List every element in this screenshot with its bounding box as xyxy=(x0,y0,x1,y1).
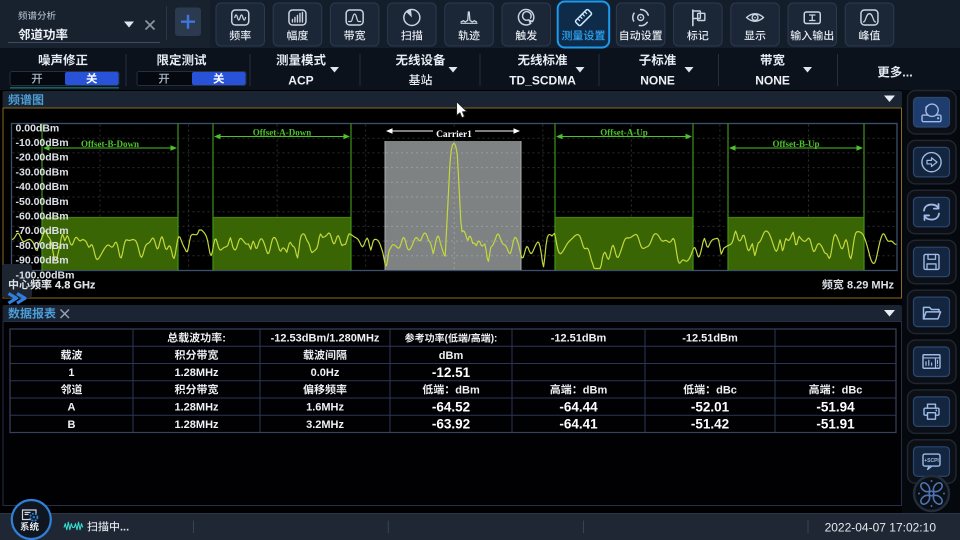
svg-text:-51.42: -51.42 xyxy=(691,417,729,432)
svg-text:1.28MHz: 1.28MHz xyxy=(175,367,220,379)
svg-text:-60.00dBm: -60.00dBm xyxy=(16,211,69,223)
svg-text:/: / xyxy=(468,334,471,345)
svg-text:-12.51dBm: -12.51dBm xyxy=(551,333,607,345)
svg-text:dBc: dBc xyxy=(716,384,737,396)
svg-text:-90.00dBm: -90.00dBm xyxy=(16,255,69,267)
svg-text:-50.00dBm: -50.00dBm xyxy=(16,196,69,208)
svg-text:8.29 MHz: 8.29 MHz xyxy=(844,280,895,292)
svg-text:1.28MHz: 1.28MHz xyxy=(175,402,220,414)
svg-text:4.8 GHz: 4.8 GHz xyxy=(52,280,96,292)
svg-text:-80.00dBm: -80.00dBm xyxy=(16,240,69,252)
svg-text:0.00dBm: 0.00dBm xyxy=(16,122,60,134)
svg-text:-70.00dBm: -70.00dBm xyxy=(16,225,69,237)
svg-text:dBm: dBm xyxy=(455,384,480,396)
svg-text:Offset-A-Up: Offset-A-Up xyxy=(600,128,648,138)
svg-text:-64.52: -64.52 xyxy=(432,399,470,414)
svg-text:ACP: ACP xyxy=(288,73,313,87)
svg-text:Offset-A-Down: Offset-A-Down xyxy=(253,128,312,138)
svg-text:-10.00dBm: -10.00dBm xyxy=(16,137,69,149)
svg-text:-64.41: -64.41 xyxy=(559,417,598,432)
svg-text:-64.44: -64.44 xyxy=(559,399,598,414)
svg-text:NONE: NONE xyxy=(755,73,790,87)
svg-text:A: A xyxy=(68,402,76,414)
svg-text:-51.94: -51.94 xyxy=(816,399,855,414)
svg-text:):: ): xyxy=(491,334,498,345)
svg-text:NONE: NONE xyxy=(640,73,675,87)
svg-text:TD_SCDMA: TD_SCDMA xyxy=(509,73,576,87)
svg-text:Carrier1: Carrier1 xyxy=(436,130,472,140)
svg-text:dBm: dBm xyxy=(439,350,464,362)
svg-text:-20.00dBm: -20.00dBm xyxy=(16,152,69,164)
svg-text:3.2MHz: 3.2MHz xyxy=(306,419,344,431)
svg-text:-30.00dBm: -30.00dBm xyxy=(16,166,69,178)
svg-text:-63.92: -63.92 xyxy=(432,417,470,432)
svg-text:Offset-B-Down: Offset-B-Down xyxy=(81,139,139,149)
svg-text:1.6MHz: 1.6MHz xyxy=(306,402,344,414)
svg-text:1: 1 xyxy=(68,367,74,379)
svg-text:+SCPI: +SCPI xyxy=(924,458,939,464)
svg-text:...: ... xyxy=(902,66,912,80)
svg-text::: : xyxy=(222,333,226,345)
svg-text:2022-04-07 17:02:10: 2022-04-07 17:02:10 xyxy=(825,521,937,535)
svg-text:-12.51dBm: -12.51dBm xyxy=(682,333,738,345)
svg-text:dBc: dBc xyxy=(842,384,863,396)
svg-text:-51.91: -51.91 xyxy=(816,417,855,432)
svg-text:1.28MHz: 1.28MHz xyxy=(175,419,220,431)
svg-text:...: ... xyxy=(120,522,129,534)
svg-text:-12.51: -12.51 xyxy=(432,365,471,380)
svg-text:-52.01: -52.01 xyxy=(691,399,730,414)
svg-text:Offset-B-Up: Offset-B-Up xyxy=(773,139,820,149)
svg-text:B: B xyxy=(68,419,76,431)
svg-text:-12.53dBm/1.280MHz: -12.53dBm/1.280MHz xyxy=(271,333,380,345)
svg-text:-40.00dBm: -40.00dBm xyxy=(16,181,69,193)
svg-text:0.0Hz: 0.0Hz xyxy=(311,367,340,379)
svg-text:dBm: dBm xyxy=(583,384,608,396)
